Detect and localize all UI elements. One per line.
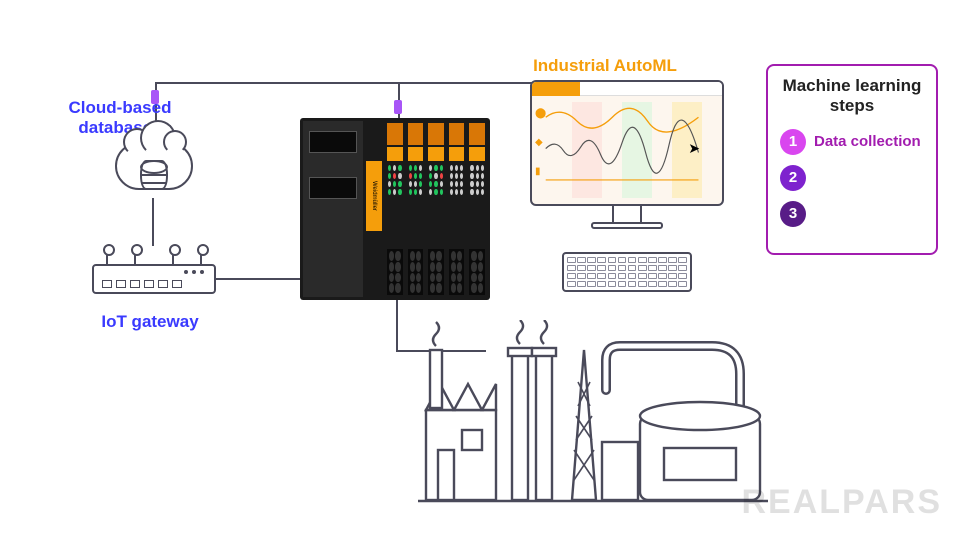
watermark: REALPARS (742, 483, 943, 522)
ml-step-1: 1 Data collection (780, 129, 924, 155)
ml-steps-title: Machine learning steps (780, 76, 924, 117)
step-number-2: 2 (780, 165, 806, 191)
ml-step-3: 3 (780, 201, 924, 227)
ml-step-2: 2 (780, 165, 924, 191)
plc-brand-strip: Weidmüller (364, 121, 384, 297)
step-label-1: Data collection (814, 133, 921, 150)
wire-gateway-to-plc (216, 278, 300, 280)
keyboard (562, 252, 692, 292)
plc-controller: Weidmüller (300, 118, 490, 300)
connector-tip-plc (394, 100, 402, 114)
monitor: ⬤◆▮ ➤ (530, 80, 724, 230)
factory-illustration (416, 320, 770, 510)
wire-cloud-to-gateway (152, 198, 154, 246)
iot-gateway-label: IoT gateway (90, 312, 210, 332)
monitor-screen: ⬤◆▮ ➤ (530, 80, 724, 206)
ml-steps-panel: Machine learning steps 1 Data collection… (766, 64, 938, 255)
plc-cpu-module (303, 121, 363, 297)
industrial-automl-label: Industrial AutoML (520, 56, 690, 76)
plc-io-module-2 (406, 121, 426, 297)
step-number-1: 1 (780, 129, 806, 155)
plc-io-module-4 (447, 121, 467, 297)
plc-io-module-3 (426, 121, 446, 297)
plc-io-module-1 (385, 121, 405, 297)
wire-plc-to-factory-v (396, 300, 398, 352)
plc-io-module-5 (467, 121, 487, 297)
cursor-icon: ➤ (688, 140, 700, 157)
database-icon (140, 160, 168, 190)
step-number-3: 3 (780, 201, 806, 227)
iot-gateway-device (92, 250, 216, 306)
